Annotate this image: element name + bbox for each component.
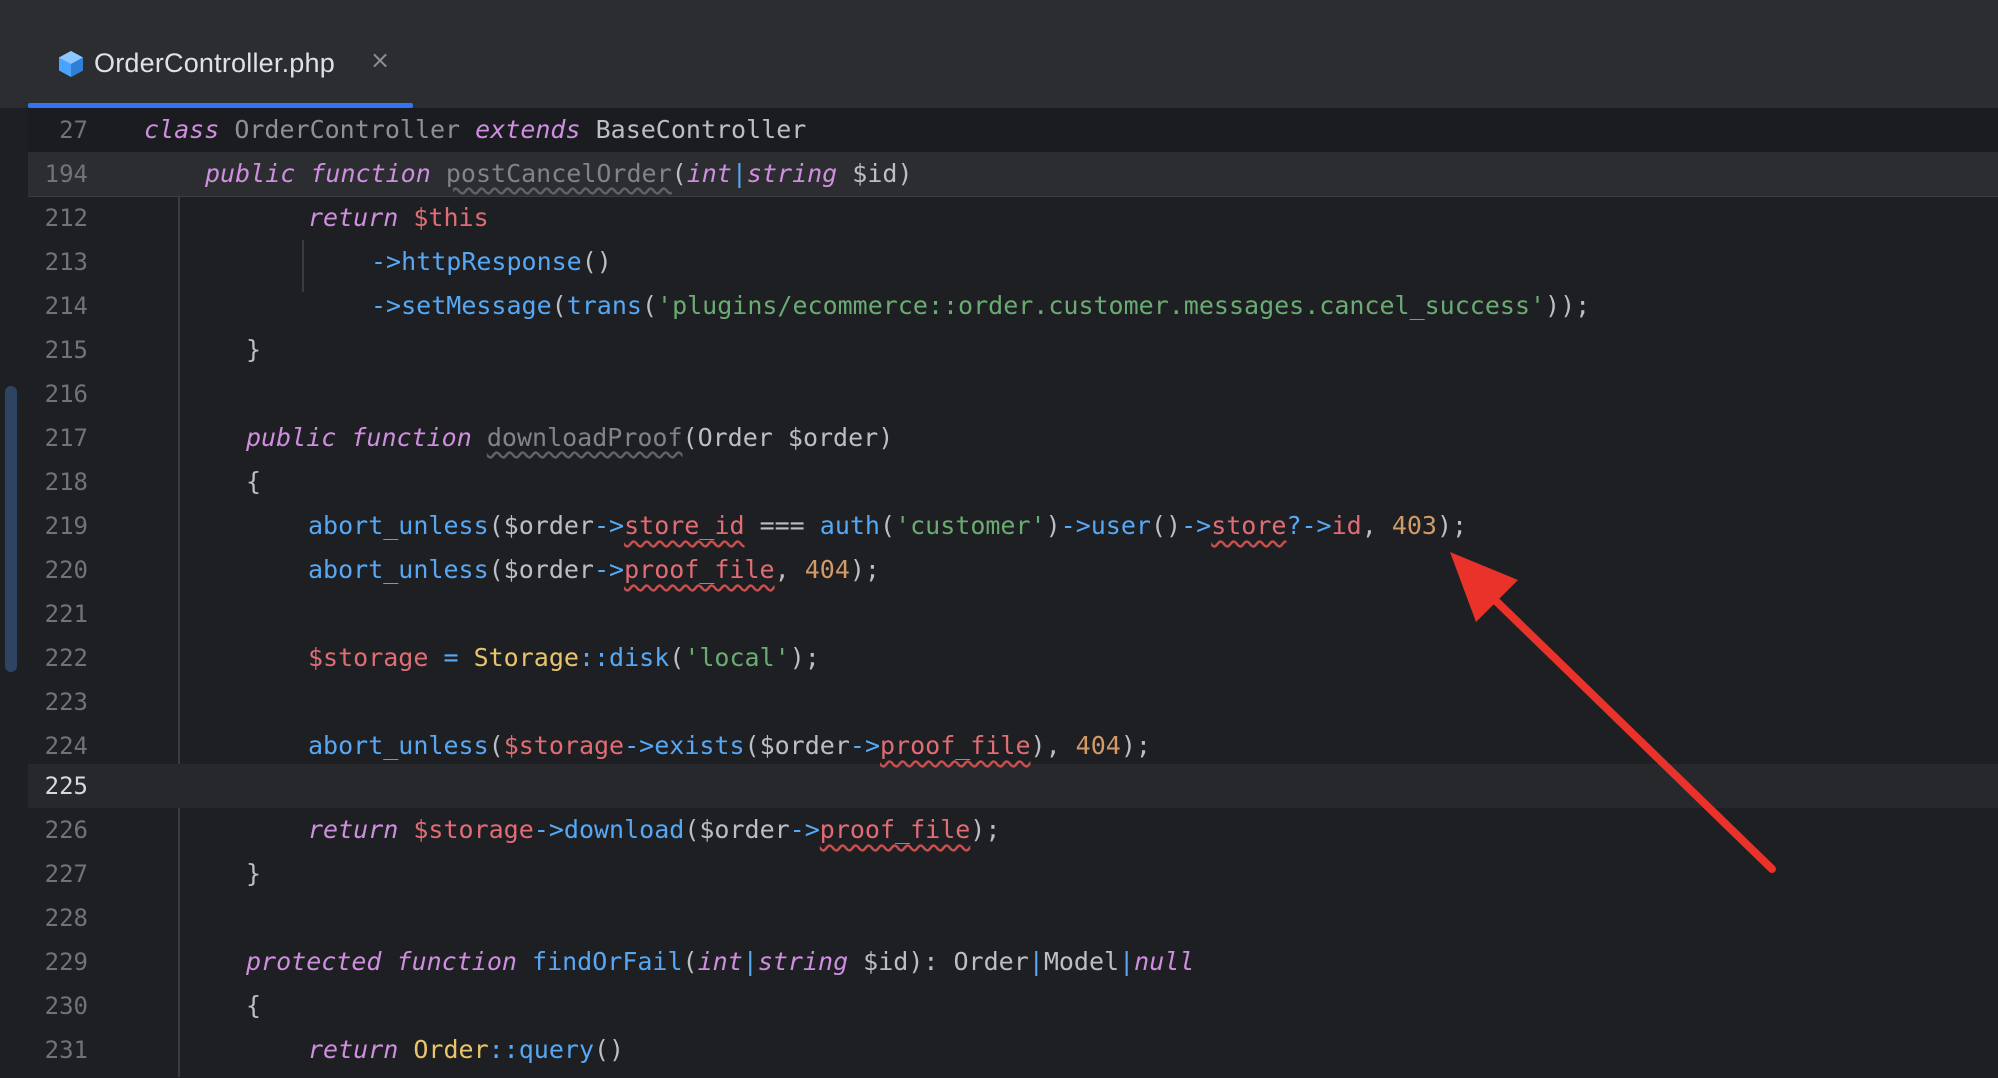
code-text: return $storage->download($order->proof_… xyxy=(308,815,1001,844)
code-text: public function downloadProof(Order $ord… xyxy=(246,423,894,452)
close-icon[interactable]: × xyxy=(370,46,390,74)
code-line[interactable]: 216 xyxy=(28,372,1998,416)
tab-label: OrderController.php xyxy=(94,48,335,78)
code-line[interactable]: 228 xyxy=(28,896,1998,940)
line-number: 27 xyxy=(59,116,88,144)
code-text: ->setMessage(trans('plugins/ecommerce::o… xyxy=(371,291,1591,320)
line-number: 223 xyxy=(44,688,88,716)
code-line[interactable]: 212 return $this xyxy=(28,196,1998,240)
code-text: public function postCancelOrder(int|stri… xyxy=(205,159,913,188)
line-number: 217 xyxy=(44,424,88,452)
code-line[interactable]: 215 } xyxy=(28,328,1998,372)
sticky-header-method[interactable]: 194 public function postCancelOrder(int|… xyxy=(28,152,1998,197)
change-marker xyxy=(5,386,17,672)
code-line[interactable]: 226 return $storage->download($order->pr… xyxy=(28,808,1998,852)
code-line[interactable]: 222 $storage = Storage::disk('local'); xyxy=(28,636,1998,680)
line-number: 220 xyxy=(44,556,88,584)
sticky-header-class[interactable]: 27 class OrderController extends BaseCon… xyxy=(28,108,1998,152)
line-number: 219 xyxy=(44,512,88,540)
code-line[interactable]: 224 abort_unless($storage->exists($order… xyxy=(28,724,1998,768)
line-number: 194 xyxy=(44,160,88,188)
code-line[interactable]: 218 { xyxy=(28,460,1998,504)
line-number: 229 xyxy=(44,948,88,976)
code-line[interactable]: 227 } xyxy=(28,852,1998,896)
line-number: 224 xyxy=(44,732,88,760)
code-text: abort_unless($order->proof_file, 404); xyxy=(308,555,880,584)
php-file-icon xyxy=(59,51,83,77)
line-number: 227 xyxy=(44,860,88,888)
code-text: abort_unless($storage->exists($order->pr… xyxy=(308,731,1151,760)
line-number: 230 xyxy=(44,992,88,1020)
line-number: 214 xyxy=(44,292,88,320)
code-line[interactable]: 231 return Order::query() xyxy=(28,1028,1998,1072)
code-text: } xyxy=(246,335,262,364)
line-number: 216 xyxy=(44,380,88,408)
code-line-current[interactable]: 225 xyxy=(28,764,1998,808)
line-number: 231 xyxy=(44,1036,88,1064)
code-text: $storage = Storage::disk('local'); xyxy=(308,643,820,672)
line-number: 226 xyxy=(44,816,88,844)
code-line[interactable]: 221 xyxy=(28,592,1998,636)
code-line[interactable]: 219 abort_unless($order->store_id === au… xyxy=(28,504,1998,548)
line-number: 212 xyxy=(44,204,88,232)
line-number: 215 xyxy=(44,336,88,364)
line-number: 218 xyxy=(44,468,88,496)
line-number: 222 xyxy=(44,644,88,672)
line-number: 225 xyxy=(44,772,88,800)
code-text: ->httpResponse() xyxy=(371,247,612,276)
code-line[interactable]: 220 abort_unless($order->proof_file, 404… xyxy=(28,548,1998,592)
code-text: abort_unless($order->store_id === auth('… xyxy=(308,511,1468,540)
code-line[interactable]: 214 ->setMessage(trans('plugins/ecommerc… xyxy=(28,284,1998,328)
code-text: return $this xyxy=(308,203,489,232)
code-line[interactable]: 229 protected function findOrFail(int|st… xyxy=(28,940,1998,984)
code-editor[interactable]: 27 class OrderController extends BaseCon… xyxy=(28,108,1998,1078)
code-text: class OrderController extends BaseContro… xyxy=(144,115,807,144)
line-number: 213 xyxy=(44,248,88,276)
code-text: protected function findOrFail(int|string… xyxy=(246,947,1195,976)
code-line[interactable]: 230 { xyxy=(28,984,1998,1028)
code-line[interactable]: 213 ->httpResponse() xyxy=(28,240,1998,284)
line-number: 221 xyxy=(44,600,88,628)
code-text: { xyxy=(246,467,262,496)
code-text: return Order::query() xyxy=(308,1035,625,1064)
tab-order-controller[interactable]: OrderController.php × xyxy=(28,28,413,108)
code-line[interactable]: 217 public function downloadProof(Order … xyxy=(28,416,1998,460)
code-text: } xyxy=(246,859,262,888)
code-text: { xyxy=(246,991,262,1020)
code-line[interactable]: 223 xyxy=(28,680,1998,724)
line-number: 228 xyxy=(44,904,88,932)
editor-tab-bar: OrderController.php × xyxy=(0,0,1998,108)
